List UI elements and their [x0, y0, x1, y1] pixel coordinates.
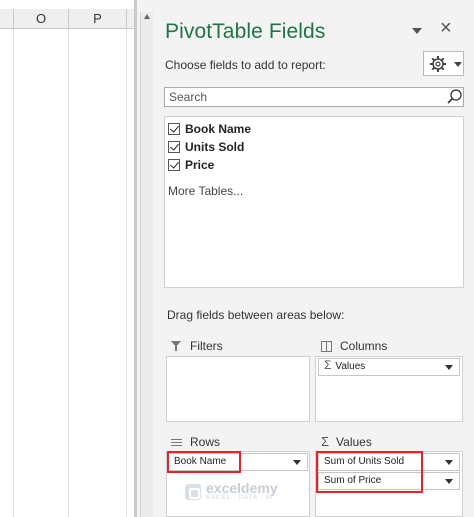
chevron-down-icon[interactable]: [445, 460, 453, 465]
chevron-down-icon[interactable]: [445, 365, 453, 370]
column-header-p[interactable]: P: [69, 9, 127, 29]
values-area-header: Σ Values: [321, 435, 372, 449]
exceldemy-logo-icon: [185, 484, 201, 500]
close-icon[interactable]: ×: [440, 18, 452, 38]
column-gridline: [13, 29, 14, 517]
field-label: Book Name: [185, 122, 252, 136]
field-settings-button[interactable]: [423, 51, 464, 76]
rows-area-header: Rows: [171, 435, 220, 449]
pane-options-dropdown-icon[interactable]: [410, 24, 424, 38]
columns-icon: [321, 340, 332, 352]
choose-fields-label: Choose fields to add to report:: [165, 58, 326, 72]
column-header-q[interactable]: [127, 9, 134, 29]
field-list: Book Name Units Sold Price More Tables..…: [164, 116, 464, 288]
gear-icon: [430, 56, 446, 72]
field-item-units-sold[interactable]: Units Sold: [168, 139, 244, 155]
rows-title: Rows: [190, 435, 221, 449]
field-item-price[interactable]: Price: [168, 157, 214, 173]
filters-area-header: Filters: [171, 339, 223, 353]
search-icon[interactable]: [446, 87, 464, 107]
values-title: Values: [336, 435, 372, 449]
filters-title: Filters: [190, 339, 223, 353]
watermark-name: exceldemy: [206, 480, 278, 496]
pane-scrollbar[interactable]: [140, 12, 153, 517]
pane-title: PivotTable Fields: [165, 20, 326, 43]
filter-icon: [171, 341, 182, 351]
drag-fields-label: Drag fields between areas below:: [167, 308, 345, 322]
sigma-icon: Σ: [324, 358, 332, 372]
column-header-o[interactable]: O: [14, 9, 69, 29]
column-gridline: [126, 29, 127, 517]
columns-field-label: Values: [335, 361, 366, 372]
checkbox-checked[interactable]: [168, 159, 180, 171]
highlight-values-fields: [316, 451, 423, 493]
spreadsheet-grid[interactable]: O P: [0, 0, 137, 517]
more-tables-link[interactable]: More Tables...: [168, 184, 243, 198]
chevron-down-icon: [454, 62, 462, 67]
columns-area-header: Columns: [321, 339, 387, 353]
chevron-down-icon[interactable]: [445, 479, 453, 484]
field-label: Units Sold: [185, 140, 245, 154]
field-item-book-name[interactable]: Book Name: [168, 121, 251, 137]
sigma-icon: Σ: [321, 434, 330, 449]
field-label: Price: [185, 158, 215, 172]
filters-drop-area[interactable]: [166, 356, 310, 422]
watermark: exceldemy EXCEL · DATA · BI: [185, 480, 278, 502]
watermark-tagline: EXCEL · DATA · BI: [206, 495, 274, 501]
columns-title: Columns: [340, 339, 388, 353]
column-gridline: [68, 29, 69, 517]
highlight-rows-field: [167, 451, 241, 473]
chevron-down-icon[interactable]: [293, 460, 301, 465]
checkbox-checked[interactable]: [168, 141, 180, 153]
scroll-up-arrow-icon[interactable]: [144, 14, 150, 22]
checkbox-checked[interactable]: [168, 123, 180, 135]
column-header-n[interactable]: [0, 9, 14, 29]
columns-values-field[interactable]: Σ Values: [318, 358, 460, 376]
rows-icon: [171, 438, 182, 447]
search-input[interactable]: Search: [164, 87, 464, 107]
